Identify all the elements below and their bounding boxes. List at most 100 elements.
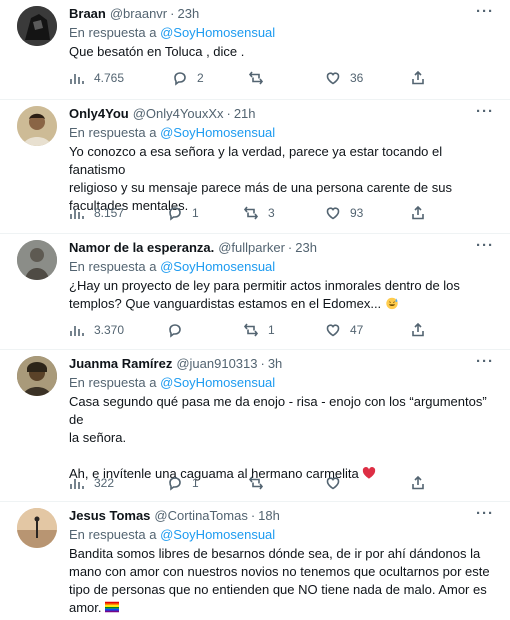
retweet-icon: [243, 206, 259, 220]
retweet-count: 1: [268, 323, 275, 337]
reply-mention-link[interactable]: @SoyHomosensual: [160, 125, 275, 140]
tweet-text: Que besatón en Toluca , dice .: [69, 43, 496, 61]
avatar[interactable]: [17, 508, 57, 548]
share-action[interactable]: [410, 205, 426, 221]
reply-prefix: En respuesta a: [69, 527, 157, 542]
tweet-content: Jesus Tomas @CortinaTomas · 18h ··· En r…: [69, 505, 496, 617]
reply-feed: Braan @braanvr · 23h ··· En respuesta a …: [0, 0, 510, 620]
reply-mention-link[interactable]: @SoyHomosensual: [160, 25, 275, 40]
reply-context: En respuesta a @SoyHomosensual: [69, 24, 496, 42]
reply-action[interactable]: 1: [167, 475, 199, 491]
avatar[interactable]: [17, 6, 57, 46]
more-options-icon[interactable]: ···: [476, 3, 494, 20]
author-name[interactable]: Only4You: [69, 106, 129, 121]
more-options-icon[interactable]: ···: [476, 505, 494, 522]
tweet-actions: 322 1: [69, 474, 496, 492]
more-options-icon[interactable]: ···: [476, 353, 494, 370]
heart-icon: [326, 324, 340, 337]
author-name[interactable]: Namor de la esperanza.: [69, 240, 214, 255]
avatar-image: [17, 106, 57, 146]
reply-context: En respuesta a @SoyHomosensual: [69, 526, 496, 544]
avatar[interactable]: [17, 106, 57, 146]
tweet-text-line: Bandita somos libres de besarnos dónde s…: [69, 546, 481, 561]
reply-context: En respuesta a @SoyHomosensual: [69, 258, 496, 276]
author-handle[interactable]: @braanvr: [110, 6, 167, 21]
like-count: 47: [350, 323, 364, 337]
separator-dot: ·: [170, 6, 175, 21]
like-count: 36: [350, 71, 364, 85]
retweet-icon: [248, 71, 264, 85]
author-handle[interactable]: @fullparker: [218, 240, 285, 255]
tweet-header: Namor de la esperanza. @fullparker · 23h: [69, 239, 496, 256]
share-action[interactable]: [410, 475, 426, 491]
tweet-time[interactable]: 18h: [258, 508, 280, 523]
avatar[interactable]: [17, 356, 57, 396]
author-name[interactable]: Braan: [69, 6, 106, 21]
author-handle[interactable]: @CortinaTomas: [154, 508, 247, 523]
reply-mention-link[interactable]: @SoyHomosensual: [160, 259, 275, 274]
retweet-action[interactable]: 3: [243, 205, 275, 221]
reply-action[interactable]: 2: [172, 70, 204, 86]
views-action[interactable]: 3.370: [69, 322, 124, 338]
tweet-card[interactable]: Jesus Tomas @CortinaTomas · 18h ··· En r…: [0, 502, 510, 620]
tweet-time[interactable]: 3h: [268, 356, 282, 371]
tweet-card[interactable]: Braan @braanvr · 23h ··· En respuesta a …: [0, 0, 510, 100]
like-count: 93: [350, 206, 364, 220]
retweet-icon: [248, 476, 264, 490]
separator-dot: ·: [260, 356, 265, 371]
tweet-actions: 4.765 2 36: [69, 69, 496, 87]
reply-mention-link[interactable]: @SoyHomosensual: [160, 527, 275, 542]
author-handle[interactable]: @Only4YouxXx: [133, 106, 224, 121]
tweet-card[interactable]: Only4You @Only4YouxXx · 21h ··· En respu…: [0, 100, 510, 234]
views-action[interactable]: 8.157: [69, 205, 124, 221]
tweet-card[interactable]: Juanma Ramírez @juan910313 · 3h ··· En r…: [0, 350, 510, 502]
tweet-time[interactable]: 23h: [295, 240, 317, 255]
retweet-action[interactable]: [248, 475, 273, 491]
tweet-header: Juanma Ramírez @juan910313 · 3h: [69, 355, 496, 372]
share-action[interactable]: [410, 322, 426, 338]
more-options-icon[interactable]: ···: [476, 103, 494, 120]
heart-icon: [326, 72, 340, 85]
like-action[interactable]: 36: [325, 70, 363, 86]
views-count: 8.157: [94, 206, 125, 220]
avatar[interactable]: [17, 240, 57, 280]
views-icon: [70, 326, 84, 336]
share-action[interactable]: [410, 70, 426, 86]
reply-action[interactable]: 1: [167, 205, 199, 221]
tweet-time[interactable]: 23h: [177, 6, 199, 21]
separator-dot: ·: [250, 508, 256, 523]
tweet-time[interactable]: 21h: [234, 106, 256, 121]
avatar-image: [17, 6, 57, 46]
like-action[interactable]: 93: [325, 205, 363, 221]
reply-action[interactable]: [167, 322, 192, 338]
retweet-icon: [243, 323, 259, 337]
tweet-content: Juanma Ramírez @juan910313 · 3h ··· En r…: [69, 353, 496, 483]
tweet-text-line-with-emoji: amor.: [69, 599, 496, 617]
tweet-text-line-with-emoji: templos? Que vanguardistas estamos en el…: [69, 295, 496, 313]
author-name[interactable]: Juanma Ramírez: [69, 356, 172, 371]
tweet-text: Casa segundo qué pasa me da enojo - risa…: [69, 393, 496, 483]
views-icon: [70, 209, 84, 219]
views-count: 4.765: [94, 71, 125, 85]
views-action[interactable]: 4.765: [69, 70, 124, 86]
separator-dot: ·: [226, 106, 231, 121]
tweet-content: Only4You @Only4YouxXx · 21h ··· En respu…: [69, 103, 496, 215]
like-action[interactable]: 47: [325, 322, 363, 338]
avatar-image: [17, 508, 57, 548]
tweet-card[interactable]: Namor de la esperanza. @fullparker · 23h…: [0, 234, 510, 350]
author-handle[interactable]: @juan910313: [176, 356, 257, 371]
tweet-text-blank-line: [69, 447, 496, 465]
reply-icon: [169, 207, 181, 221]
retweet-action[interactable]: [248, 70, 273, 86]
retweet-count: 3: [268, 206, 275, 220]
tweet-content: Braan @braanvr · 23h ··· En respuesta a …: [69, 3, 496, 61]
tweet-actions: 8.157 1 3 93: [69, 204, 496, 222]
views-icon: [70, 74, 84, 84]
retweet-action[interactable]: 1: [243, 322, 275, 338]
reply-mention-link[interactable]: @SoyHomosensual: [160, 375, 275, 390]
more-options-icon[interactable]: ···: [476, 237, 494, 254]
separator-dot: ·: [287, 240, 293, 255]
like-action[interactable]: [325, 475, 350, 491]
views-action[interactable]: 322: [69, 475, 114, 491]
author-name[interactable]: Jesus Tomas: [69, 508, 150, 523]
